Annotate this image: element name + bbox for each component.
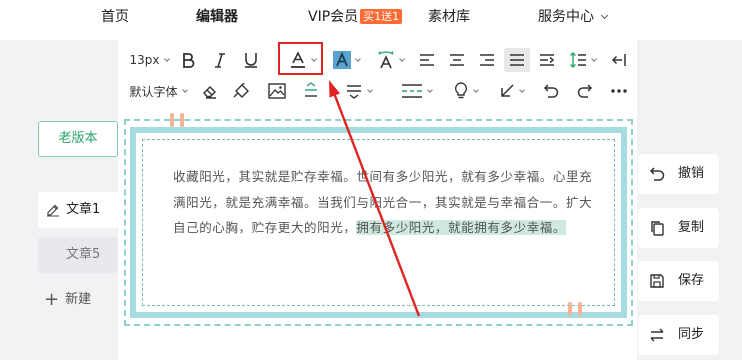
undo-action-label: 撤销 [678, 166, 705, 181]
chevron-down-icon [472, 86, 479, 93]
spacing-top-button[interactable] [300, 79, 322, 103]
underline-button[interactable] [240, 48, 262, 72]
divider-button[interactable] [396, 79, 436, 103]
text-effect-button[interactable] [372, 48, 408, 72]
copy-action-button[interactable]: 复制 [638, 208, 719, 248]
image-icon [268, 83, 286, 99]
more-button[interactable] [608, 79, 630, 103]
edit-icon [46, 203, 60, 217]
article-title: 文章1 [66, 202, 101, 217]
article-body[interactable]: 收藏阳光，其实就是贮存幸福。世间有多少阳光，就有多少幸福。心里充满阳光，就是充满… [173, 164, 601, 241]
nav-editor[interactable]: 编辑器 [196, 8, 238, 26]
eraser-icon [203, 86, 216, 99]
save-icon [649, 273, 665, 289]
copy-action-label: 复制 [678, 220, 705, 235]
background-color-button[interactable] [328, 48, 364, 72]
arrow-down-left-icon [500, 84, 514, 97]
align-center-button[interactable] [446, 48, 468, 72]
lightbulb-button[interactable] [448, 79, 482, 103]
divider-icon [401, 84, 422, 98]
chevron-down-icon [181, 86, 188, 93]
chevron-down-icon [590, 55, 597, 62]
frame-decoration [578, 302, 582, 316]
align-right-button[interactable] [476, 48, 498, 72]
article-frame-border: 收藏阳光，其实就是贮存幸福。世间有多少阳光，就有多少幸福。心里充满阳光，就是充满… [130, 127, 627, 318]
top-navigation: 首页 编辑器 VIP会员 买1送1 素材库 服务中心 [0, 0, 742, 40]
arrow-button[interactable] [494, 79, 528, 103]
chevron-down-icon [600, 11, 609, 20]
more-icon [611, 89, 627, 93]
bold-button[interactable] [178, 48, 198, 72]
save-action-label: 保存 [678, 273, 705, 288]
chevron-down-icon [518, 86, 525, 93]
undo-action-button[interactable]: 撤销 [638, 154, 719, 194]
undo-icon [543, 84, 559, 98]
line-height-icon [569, 52, 586, 68]
article-content-area[interactable]: 收藏阳光，其实就是贮存幸福。世间有多少阳光，就有多少幸福。心里充满阳光，就是充满… [142, 139, 615, 306]
editor-panel: 13px 默认字体 收藏阳光，其实就是贮存幸福。世间有多少阳光，就有多少幸福。心… [118, 40, 637, 360]
nav-vip-label: VIP会员 [308, 9, 359, 25]
indent-button[interactable] [536, 48, 558, 72]
spacing-bottom-icon [346, 85, 361, 99]
frame-decoration [180, 113, 184, 127]
line-height-button[interactable] [564, 48, 600, 72]
article-text-highlighted: 拥有多少阳光，就能拥有多少幸福。 [356, 220, 567, 235]
chevron-down-icon [366, 86, 373, 93]
frame-decoration [568, 302, 572, 316]
nav-service-center[interactable]: 服务中心 [538, 8, 609, 26]
exit-button[interactable] [608, 48, 630, 72]
undo-icon [649, 166, 665, 182]
chevron-down-icon [426, 86, 433, 93]
nav-vip[interactable]: VIP会员 买1送1 [308, 8, 403, 26]
chevron-down-icon [398, 55, 405, 62]
format-painter-button[interactable] [232, 79, 252, 103]
spacing-top-icon [305, 82, 317, 97]
font-size-select[interactable]: 13px [124, 48, 174, 72]
spacing-bottom-button[interactable] [340, 79, 376, 103]
font-family-select[interactable]: 默认字体 [126, 79, 190, 103]
font-color-highlight-box [278, 42, 323, 75]
lightbulb-icon [454, 82, 467, 99]
justify-button[interactable] [504, 48, 530, 72]
vip-promo-badge: 买1送1 [360, 9, 403, 24]
sync-icon [649, 327, 665, 343]
nav-service-label: 服务中心 [538, 9, 594, 25]
new-article-button[interactable]: + 新建 [44, 290, 91, 310]
save-action-button[interactable]: 保存 [638, 261, 719, 301]
article-frame: 收藏阳光，其实就是贮存幸福。世间有多少阳光，就有多少幸福。心里充满阳光，就是充满… [124, 113, 633, 326]
article-item[interactable]: 文章5 [38, 237, 118, 273]
copy-icon [649, 220, 665, 236]
image-button[interactable] [266, 79, 288, 103]
sync-action-button[interactable]: 同步 [638, 315, 719, 355]
frame-decoration [170, 113, 174, 127]
toolbar-row-1: 13px [118, 48, 637, 78]
toolbar-row-2: 默认字体 [118, 79, 637, 109]
undo-button[interactable] [540, 79, 562, 103]
chevron-down-icon [163, 55, 170, 62]
eraser-button[interactable] [200, 79, 220, 103]
background-color-icon [332, 51, 351, 69]
new-article-label: 新建 [65, 292, 92, 307]
old-version-button[interactable]: 老版本 [38, 121, 118, 157]
font-size-value: 13px [129, 53, 160, 67]
nav-materials[interactable]: 素材库 [428, 8, 470, 26]
redo-icon [577, 84, 593, 98]
nav-home[interactable]: 首页 [101, 8, 129, 26]
redo-button[interactable] [574, 79, 596, 103]
italic-button[interactable] [210, 48, 230, 72]
font-family-value: 默认字体 [129, 84, 178, 99]
plus-icon: + [44, 289, 60, 310]
text-effect-icon [377, 51, 394, 69]
article-item-active[interactable]: 文章1 [38, 192, 118, 228]
chevron-down-icon [354, 55, 361, 62]
exit-icon [611, 54, 626, 66]
format-painter-icon [233, 83, 249, 98]
sync-action-label: 同步 [678, 327, 705, 342]
align-left-button[interactable] [416, 48, 438, 72]
